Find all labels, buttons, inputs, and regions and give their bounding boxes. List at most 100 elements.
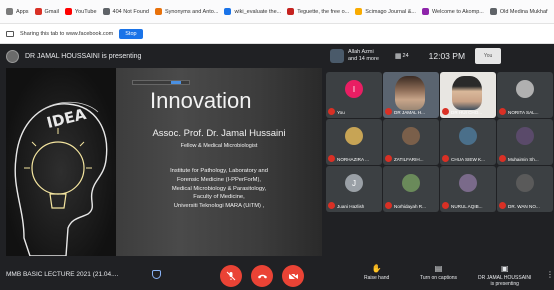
institution-line: Faculty of Medicine,	[193, 194, 245, 201]
participant-name: DR JAMAL H...	[394, 110, 425, 115]
participant-avatar	[516, 80, 534, 98]
bookmark-item[interactable]: Gmail	[34, 8, 59, 15]
meeting-name[interactable]: MMB BASIC LECTURE 2021 (21.04....	[6, 271, 118, 278]
institution-line: Universiti Teknologi MARA (UiTM) ,	[173, 203, 265, 210]
wiki-icon	[224, 8, 232, 15]
bookmark-item[interactable]: 404 Not Found	[102, 8, 149, 15]
participant-name: Muhaimin Sh...	[508, 157, 539, 162]
presenter-header: DR JAMAL HOUSSAINI is presenting	[0, 44, 324, 68]
participant-tile[interactable]: Muhaimin Sh...	[497, 119, 553, 165]
participant-name: Juani Hazlish	[337, 204, 365, 209]
mic-off-icon	[226, 271, 236, 281]
mic-muted-icon	[328, 202, 335, 209]
participant-video	[395, 76, 425, 110]
microphone-off-button[interactable]	[220, 265, 242, 287]
globe-icon	[489, 8, 497, 15]
presentation-slide: IDEA Innovation Assoc. Prof. Dr. Jamal H…	[6, 68, 322, 256]
bookmark-label: Synonyms and Anto...	[164, 8, 219, 15]
camera-off-button[interactable]	[282, 265, 304, 287]
bookmark-item[interactable]: YouTube	[64, 8, 97, 15]
clock: 12:03 PM	[428, 51, 466, 61]
participant-avatar: J	[345, 174, 363, 192]
board-word: IDEA	[45, 105, 88, 132]
youtube-icon	[64, 8, 72, 15]
participant-tile[interactable]: CHUA SIEW K...	[440, 119, 496, 165]
bookmark-label: wiki_evaluate the...	[234, 8, 282, 15]
mic-muted-icon	[385, 202, 392, 209]
participant-tile[interactable]: Norhidayah R...	[383, 166, 439, 212]
participant-tile[interactable]: DR JAMAL H...	[383, 72, 439, 118]
bookmark-item[interactable]: Synonyms and Anto...	[154, 8, 219, 15]
others-more: and 14 more	[348, 56, 379, 62]
slide-author: Assoc. Prof. Dr. Jamal Hussaini	[152, 128, 286, 139]
participant-tile[interactable]: NORHAZIRA ...	[326, 119, 382, 165]
bookmark-item[interactable]: Old Medina Mukhaf	[489, 8, 548, 15]
people-icon[interactable]: ▦	[395, 52, 402, 60]
participant-tile[interactable]: ZATILFARIH...	[383, 119, 439, 165]
participant-tile[interactable]: NORITA SAL...	[497, 72, 553, 118]
participant-avatar	[345, 127, 363, 145]
participant-avatar	[330, 49, 344, 63]
participant-avatar	[459, 174, 477, 192]
bookmark-item[interactable]: wiki_evaluate the...	[224, 8, 281, 15]
stop-sharing-button[interactable]: Stop	[119, 28, 143, 39]
bookmark-item[interactable]: Teguette, the free o...	[287, 8, 349, 15]
participant-tile[interactable]: NURUL AQIB...	[440, 166, 496, 212]
teguette-icon	[287, 8, 295, 15]
participant-tile[interactable]: I You	[326, 72, 382, 118]
scimago-icon	[355, 8, 363, 15]
self-view-thumbnail[interactable]: You	[475, 48, 502, 64]
participant-name: NORITA SAL...	[508, 110, 539, 115]
participant-avatar	[516, 127, 534, 145]
leave-call-button[interactable]	[251, 265, 273, 287]
mic-muted-icon	[328, 155, 335, 162]
participant-grid: I You DR JAMAL H... DR HUI CHO... NORITA SAL…	[326, 68, 554, 256]
mic-muted-icon	[385, 108, 392, 115]
raise-hand-button[interactable]: ✋ Raise hand	[364, 264, 389, 281]
apps-grid-icon	[6, 8, 13, 15]
participant-video	[452, 76, 482, 110]
presenter-avatar	[6, 49, 19, 63]
bookmark-item[interactable]: Welcome to Akomp...	[421, 8, 484, 15]
mic-muted-icon	[442, 108, 449, 115]
cast-icon	[6, 30, 14, 37]
hang-up-icon	[257, 274, 267, 279]
participant-name: NURUL AQIB...	[451, 204, 483, 209]
chalkboard-image: IDEA	[6, 68, 116, 256]
participant-avatar	[516, 174, 534, 192]
bookmark-item[interactable]: Scimago Journal &...	[355, 8, 416, 15]
people-count: 24	[402, 53, 409, 59]
participant-tile[interactable]: DR HUI CHO...	[440, 72, 496, 118]
institution-line: Forensic Medicine (I-PPerForM),	[176, 176, 262, 183]
participant-name: DR HUI CHO...	[451, 110, 483, 115]
participant-tile[interactable]: J Juani Hazlish	[326, 166, 382, 212]
mic-muted-icon	[499, 108, 506, 115]
meeting-header: Allah Azmi and 14 more ▦ 24 12:03 PM You	[326, 44, 554, 68]
sharing-text: Sharing this tab to www.facebook.com	[20, 30, 114, 37]
shield-icon[interactable]	[152, 270, 161, 279]
present-screen-icon: ▣	[500, 264, 509, 273]
tab-sharing-bar: Sharing this tab to www.facebook.com Sto…	[0, 24, 554, 44]
captions-label: Turn on captions	[420, 275, 458, 281]
presenting-button[interactable]: ▣ DR JAMAL HOUSSAINI is presenting	[478, 264, 531, 287]
participant-name: DR. WAN NO...	[508, 204, 540, 209]
participant-name: ZATILFARIH...	[394, 157, 424, 162]
slide-pointer-toolbar[interactable]	[132, 80, 190, 85]
captions-button[interactable]: ▤ Turn on captions	[420, 264, 457, 281]
bookmark-label: Apps	[16, 8, 29, 15]
meet-window: Apps Gmail YouTube 404 Not Found Synonyms an…	[0, 0, 554, 290]
bookmark-label: Teguette, the free o...	[297, 8, 350, 15]
bookmark-label: YouTube	[74, 8, 97, 15]
more-options-icon[interactable]: ⋮	[546, 270, 554, 279]
bookmark-label: 404 Not Found	[112, 8, 149, 15]
participant-tile[interactable]: DR. WAN NO...	[497, 166, 553, 212]
meeting-controls-bar: MMB BASIC LECTURE 2021 (21.04.... ✋ Rais…	[0, 256, 554, 290]
slide-institution: Institute for Pathology, Laboratory and F…	[134, 167, 304, 211]
raise-hand-label: Raise hand	[364, 275, 390, 281]
other-participants[interactable]: Allah Azmi and 14 more	[326, 49, 383, 63]
bookmark-label: Scimago Journal &...	[365, 8, 416, 15]
participant-avatar	[402, 174, 420, 192]
mic-muted-icon	[499, 202, 506, 209]
mic-muted-icon	[442, 155, 449, 162]
bookmark-item[interactable]: Apps	[6, 8, 29, 15]
